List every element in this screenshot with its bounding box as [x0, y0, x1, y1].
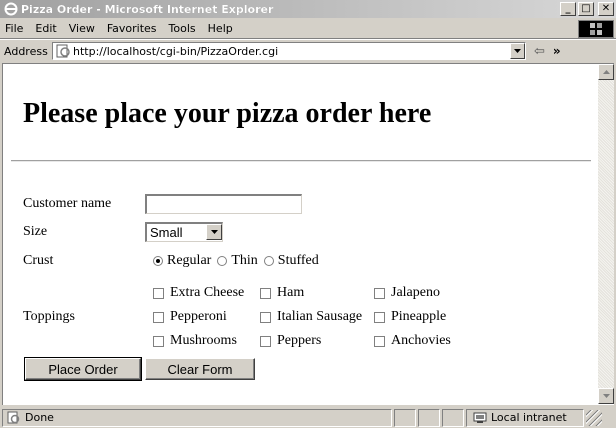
- topping-mushrooms[interactable]: Mushrooms: [153, 333, 237, 349]
- menu-bar: File Edit View Favorites Tools Help: [0, 19, 616, 39]
- zone-label: Local intranet: [491, 411, 567, 424]
- menu-favorites[interactable]: Favorites: [101, 22, 163, 35]
- crust-option-thin[interactable]: Thin: [217, 253, 258, 269]
- radio-button[interactable]: [217, 256, 228, 266]
- toppings-label: Toppings: [23, 309, 75, 324]
- status-main: Done: [2, 408, 392, 427]
- internet-explorer-icon: [4, 2, 18, 16]
- maximize-button[interactable]: □: [578, 2, 594, 16]
- minimize-button[interactable]: _: [560, 2, 576, 16]
- checkbox-label: Jalapeno: [391, 285, 440, 300]
- scroll-up-button[interactable]: [598, 64, 614, 80]
- intranet-zone-icon: [473, 412, 487, 424]
- close-icon: ✕: [601, 3, 611, 14]
- status-bar: Done Local intranet: [0, 407, 616, 428]
- browser-window: Pizza Order - Microsoft Internet Explore…: [0, 0, 616, 428]
- radio-button[interactable]: [153, 256, 163, 266]
- checkbox-label: Italian Sausage: [277, 309, 363, 324]
- size-select-button[interactable]: [206, 224, 222, 240]
- clear-form-button[interactable]: Clear Form: [145, 358, 255, 380]
- status-cell: [394, 408, 416, 427]
- vertical-scrollbar[interactable]: [598, 64, 614, 404]
- checkbox-label: Pepperoni: [170, 309, 227, 324]
- checkbox-label: Extra Cheese: [170, 285, 245, 300]
- checkbox-label: Mushrooms: [170, 333, 237, 348]
- crust-label: Crust: [23, 253, 54, 268]
- checkbox[interactable]: [374, 311, 385, 323]
- topping-pepperoni[interactable]: Pepperoni: [153, 309, 227, 325]
- close-button[interactable]: ✕: [598, 2, 614, 16]
- toolbar-more-icon[interactable]: »: [553, 44, 561, 58]
- window-title: Pizza Order - Microsoft Internet Explore…: [21, 2, 274, 16]
- scroll-down-button[interactable]: [598, 388, 614, 404]
- page-icon: [55, 44, 71, 58]
- checkbox-label: Peppers: [277, 333, 322, 348]
- radio-button[interactable]: [263, 256, 274, 266]
- size-label: Size: [23, 224, 48, 239]
- radio-label: Stuffed: [277, 253, 319, 268]
- topping-ham[interactable]: Ham: [260, 285, 304, 301]
- status-cell: [418, 408, 440, 427]
- windows-logo-icon: [578, 20, 614, 38]
- customer-name-label: Customer name: [23, 196, 112, 211]
- topping-italian-sausage[interactable]: Italian Sausage: [260, 309, 362, 325]
- checkbox-label: Anchovies: [391, 333, 451, 348]
- size-select[interactable]: Small: [145, 222, 223, 242]
- horizontal-rule: [11, 160, 591, 162]
- chevron-up-icon: [602, 70, 610, 74]
- menu-help[interactable]: Help: [202, 22, 239, 35]
- radio-label: Regular: [167, 253, 212, 268]
- status-text: Done: [25, 411, 54, 424]
- customer-name-input[interactable]: [145, 194, 302, 214]
- chevron-down-icon: [514, 49, 521, 53]
- size-select-value: Small: [150, 225, 183, 240]
- topping-jalapeno[interactable]: Jalapeno: [374, 285, 440, 301]
- crust-radio-group: Regular Thin Stuffed: [153, 253, 325, 269]
- topping-anchovies[interactable]: Anchovies: [374, 333, 451, 349]
- checkbox[interactable]: [260, 335, 271, 347]
- crust-option-stuffed[interactable]: Stuffed: [263, 253, 319, 269]
- resize-grip[interactable]: [586, 409, 602, 426]
- checkbox[interactable]: [260, 287, 271, 299]
- topping-peppers[interactable]: Peppers: [260, 333, 321, 349]
- menu-tools[interactable]: Tools: [163, 22, 202, 35]
- topping-pineapple[interactable]: Pineapple: [374, 309, 446, 325]
- radio-label: Thin: [231, 253, 258, 268]
- page-title: Please place your pizza order here: [23, 98, 432, 129]
- checkbox-label: Pineapple: [391, 309, 447, 324]
- checkbox[interactable]: [153, 311, 164, 323]
- crust-option-regular[interactable]: Regular: [153, 253, 211, 269]
- address-dropdown-button[interactable]: [510, 43, 525, 59]
- zone-cell: Local intranet: [466, 408, 584, 427]
- menu-file[interactable]: File: [0, 22, 29, 35]
- checkbox-label: Ham: [277, 285, 305, 300]
- checkbox[interactable]: [374, 287, 385, 299]
- done-icon: [6, 411, 22, 425]
- checkbox[interactable]: [153, 335, 164, 347]
- title-bar: Pizza Order - Microsoft Internet Explore…: [0, 0, 616, 18]
- address-bar: Address http://localhost/cgi-bin/PizzaOr…: [0, 41, 616, 61]
- status-cell: [442, 408, 464, 427]
- menu-edit[interactable]: Edit: [29, 22, 62, 35]
- menu-view[interactable]: View: [63, 22, 101, 35]
- minimize-icon: _: [565, 3, 571, 14]
- page-viewport: Please place your pizza order here Custo…: [2, 63, 614, 405]
- chevron-down-icon: [210, 230, 218, 234]
- chevron-down-icon: [602, 394, 610, 398]
- checkbox[interactable]: [260, 311, 271, 323]
- address-input[interactable]: http://localhost/cgi-bin/PizzaOrder.cgi: [52, 42, 526, 60]
- page-content: Please place your pizza order here Custo…: [3, 64, 601, 404]
- go-arrow-icon[interactable]: ⇦: [534, 44, 545, 59]
- place-order-button[interactable]: Place Order: [24, 357, 142, 381]
- address-url: http://localhost/cgi-bin/PizzaOrder.cgi: [73, 44, 279, 58]
- topping-extra-cheese[interactable]: Extra Cheese: [153, 285, 244, 301]
- maximize-icon: □: [581, 3, 591, 14]
- address-label: Address: [4, 44, 48, 58]
- checkbox[interactable]: [153, 287, 164, 299]
- checkbox[interactable]: [374, 335, 385, 347]
